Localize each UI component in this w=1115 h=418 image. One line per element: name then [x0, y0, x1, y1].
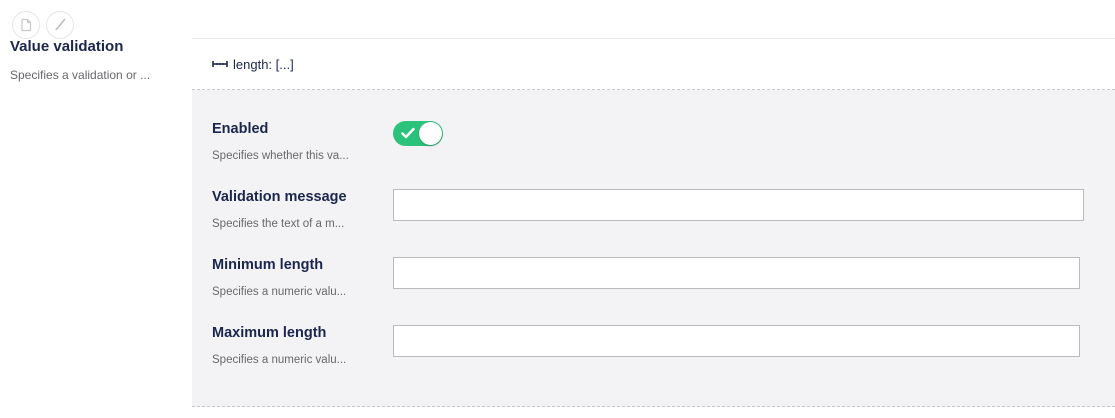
enabled-label: Enabled: [212, 121, 269, 137]
maximum-length-description: Specifies a numeric valu...: [212, 354, 347, 366]
validation-message-input[interactable]: [393, 189, 1084, 221]
toggle-knob: [419, 122, 442, 145]
minimum-length-input[interactable]: [393, 257, 1080, 289]
minimum-length-label: Minimum length: [212, 257, 324, 273]
validation-panel: length: [...] Enabled Specifies whether …: [192, 38, 1115, 418]
minimum-length-property: Minimum length Specifies a numeric valu.…: [212, 257, 346, 298]
maximum-length-input[interactable]: [393, 325, 1080, 357]
panel-body: Enabled Specifies whether this va... Val…: [192, 90, 1115, 407]
brush-button[interactable]: [46, 11, 74, 39]
enabled-toggle[interactable]: [393, 121, 443, 146]
property-actions: [12, 11, 74, 39]
validation-message-description: Specifies the text of a m...: [212, 218, 345, 230]
minimum-length-description: Specifies a numeric valu...: [212, 286, 347, 298]
length-ruler-icon: [212, 61, 228, 67]
validation-message-label: Validation message: [212, 189, 347, 205]
panel-header[interactable]: length: [...]: [192, 38, 1115, 90]
maximum-length-property: Maximum length Specifies a numeric valu.…: [212, 325, 346, 366]
property-description: Specifies a validation or ...: [10, 68, 151, 82]
check-icon: [401, 127, 415, 139]
enabled-description: Specifies whether this va...: [212, 150, 349, 162]
validation-message-property: Validation message Specifies the text of…: [212, 189, 347, 230]
header-label: length: [...]: [233, 56, 294, 72]
enabled-property: Enabled Specifies whether this va...: [212, 121, 349, 162]
document-button[interactable]: [12, 11, 40, 39]
property-title: Value validation: [10, 38, 124, 55]
document-icon: [21, 18, 32, 32]
brush-icon: [55, 18, 66, 30]
maximum-length-label: Maximum length: [212, 325, 327, 341]
